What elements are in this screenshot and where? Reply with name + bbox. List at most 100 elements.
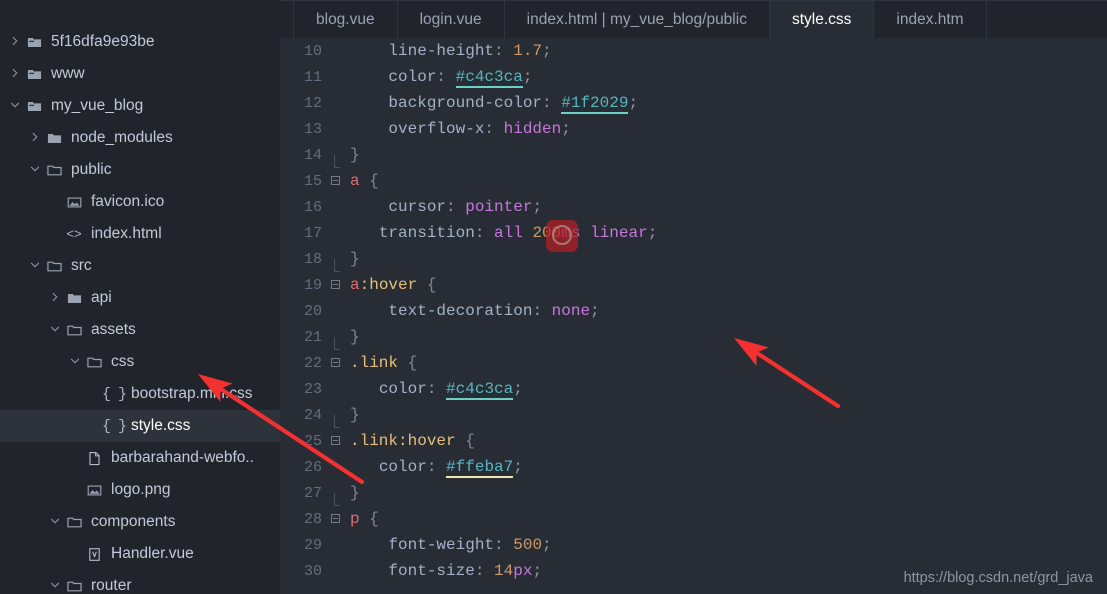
chevron-right-icon[interactable] bbox=[28, 130, 44, 146]
code-line[interactable]: 26 color: #ffeba7; bbox=[280, 454, 1107, 480]
chevron-right-icon[interactable] bbox=[8, 66, 24, 82]
tree-item-api[interactable]: api bbox=[0, 282, 280, 314]
folder-open-icon bbox=[44, 257, 64, 275]
fold-toggle-icon[interactable] bbox=[326, 279, 344, 291]
code-line[interactable]: 19 a:hover { bbox=[280, 272, 1107, 298]
code-line[interactable]: 18} bbox=[280, 246, 1107, 272]
chevron-down-icon[interactable] bbox=[28, 162, 44, 178]
code-text: .link:hover { bbox=[350, 432, 475, 450]
chevron-down-icon[interactable] bbox=[48, 322, 64, 338]
tree-item-components[interactable]: components bbox=[0, 506, 280, 538]
tab-index[interactable]: index.html | my_vue_blog/public bbox=[504, 1, 770, 38]
tree-item-barbarahand-webfo-[interactable]: barbarahand-webfo.. bbox=[0, 442, 280, 474]
code-line[interactable]: 23 color: #c4c3ca; bbox=[280, 376, 1107, 402]
tree-item-favicon-ico[interactable]: favicon.ico bbox=[0, 186, 280, 218]
code-text: color: #ffeba7; bbox=[378, 458, 523, 478]
code-line[interactable]: 21} bbox=[280, 324, 1107, 350]
code-line[interactable]: 11 color: #c4c3ca; bbox=[280, 64, 1107, 90]
code-line[interactable]: 28 p { bbox=[280, 506, 1107, 532]
chevron-down-icon[interactable] bbox=[28, 258, 44, 274]
code-line[interactable]: 13 overflow-x: hidden; bbox=[280, 116, 1107, 142]
tree-item-handler-vue[interactable]: Handler.vue bbox=[0, 538, 280, 570]
tree-item-5f16dfa9e93be[interactable]: 5f16dfa9e93be bbox=[0, 26, 280, 58]
code-line[interactable]: 20 text-decoration: none; bbox=[280, 298, 1107, 324]
code-line[interactable]: 24} bbox=[280, 402, 1107, 428]
chevron-down-icon[interactable] bbox=[48, 578, 64, 594]
code-text: cursor: pointer; bbox=[388, 198, 543, 216]
chevron-down-icon[interactable] bbox=[68, 354, 84, 370]
tree-item-src[interactable]: src bbox=[0, 250, 280, 282]
code-line[interactable]: 29 font-weight: 500; bbox=[280, 532, 1107, 558]
line-number: 22 bbox=[303, 354, 322, 372]
file-explorer-sidebar[interactable]: 5f16dfa9e93be www my_vue_blog node_modulesp… bbox=[0, 0, 280, 594]
line-number: 27 bbox=[303, 484, 322, 502]
tree-item-style-css[interactable]: { } style.css bbox=[0, 410, 280, 442]
code-line[interactable]: 17 transition: all 200ms linear; bbox=[280, 220, 1107, 246]
tab-style[interactable]: style.css bbox=[769, 1, 875, 38]
folder-closed-icon bbox=[44, 129, 64, 147]
code-text: line-height: 1.7; bbox=[388, 42, 552, 60]
code-line[interactable]: 25 .link:hover { bbox=[280, 428, 1107, 454]
tree-item-node-modules[interactable]: node_modules bbox=[0, 122, 280, 154]
code-text: .link { bbox=[350, 354, 418, 372]
code-line[interactable]: 22 .link { bbox=[280, 350, 1107, 376]
fold-toggle-icon[interactable] bbox=[326, 175, 344, 187]
tree-item-label: src bbox=[71, 257, 92, 274]
code-line[interactable]: 10 line-height: 1.7; bbox=[280, 38, 1107, 64]
line-number: 23 bbox=[303, 380, 322, 398]
code-line[interactable]: 14} bbox=[280, 142, 1107, 168]
editor-area: blog.vue login.vue index.html | my_vue_blo… bbox=[280, 0, 1107, 594]
code-text: text-decoration: none; bbox=[388, 302, 600, 320]
tree-item-router[interactable]: router bbox=[0, 570, 280, 594]
tree-item-logo-png[interactable]: logo.png bbox=[0, 474, 280, 506]
chevron-down-icon[interactable] bbox=[48, 514, 64, 530]
editor-tab-bar[interactable]: blog.vue login.vue index.html | my_vue_blo… bbox=[280, 0, 1107, 38]
chevron-right-icon[interactable] bbox=[48, 290, 64, 306]
code-line[interactable]: 12 background-color: #1f2029; bbox=[280, 90, 1107, 116]
tab-label: index.htm bbox=[896, 10, 964, 28]
fold-toggle-icon[interactable] bbox=[326, 357, 344, 369]
tab-index[interactable]: index.htm bbox=[874, 1, 987, 38]
code-lines[interactable]: 10 line-height: 1.7; 11 color: #c4c3ca; 12… bbox=[280, 38, 1107, 584]
folder-open-icon bbox=[64, 513, 84, 531]
file-tree[interactable]: 5f16dfa9e93be www my_vue_blog node_modulesp… bbox=[0, 26, 280, 594]
tree-item-bootstrap-min-css[interactable]: { } bootstrap.min.css bbox=[0, 378, 280, 410]
folder-open-icon bbox=[44, 161, 64, 179]
tree-item-index-html[interactable]: <> index.html bbox=[0, 218, 280, 250]
tab-login[interactable]: login.vue bbox=[397, 1, 505, 38]
fold-toggle-icon[interactable] bbox=[326, 513, 344, 525]
line-number: 12 bbox=[303, 94, 322, 112]
code-line[interactable]: 27} bbox=[280, 480, 1107, 506]
chevron-down-icon[interactable] bbox=[8, 98, 24, 114]
tree-item-label: bootstrap.min.css bbox=[131, 385, 253, 402]
vue-file-icon bbox=[84, 545, 104, 563]
tree-item-assets[interactable]: assets bbox=[0, 314, 280, 346]
line-number: 24 bbox=[303, 406, 322, 424]
fold-toggle-icon[interactable] bbox=[326, 435, 344, 447]
tree-item-public[interactable]: public bbox=[0, 154, 280, 186]
chevron-right-icon[interactable] bbox=[8, 34, 24, 50]
code-line[interactable]: 16 cursor: pointer; bbox=[280, 194, 1107, 220]
tree-item-label: barbarahand-webfo.. bbox=[111, 449, 255, 466]
tree-item-label: www bbox=[51, 65, 85, 82]
tree-item-www[interactable]: www bbox=[0, 58, 280, 90]
line-number: 26 bbox=[303, 458, 322, 476]
code-line[interactable]: 15 a { bbox=[280, 168, 1107, 194]
line-number: 28 bbox=[303, 510, 322, 528]
line-number: 14 bbox=[303, 146, 322, 164]
tree-item-css[interactable]: css bbox=[0, 346, 280, 378]
line-number: 30 bbox=[303, 562, 322, 580]
tree-item-label: node_modules bbox=[71, 129, 173, 146]
tree-item-my-vue-blog[interactable]: my_vue_blog bbox=[0, 90, 280, 122]
line-number: 20 bbox=[303, 302, 322, 320]
code-editor[interactable]: 10 line-height: 1.7; 11 color: #c4c3ca; 12… bbox=[280, 38, 1107, 594]
tab-blog[interactable]: blog.vue bbox=[293, 1, 398, 38]
